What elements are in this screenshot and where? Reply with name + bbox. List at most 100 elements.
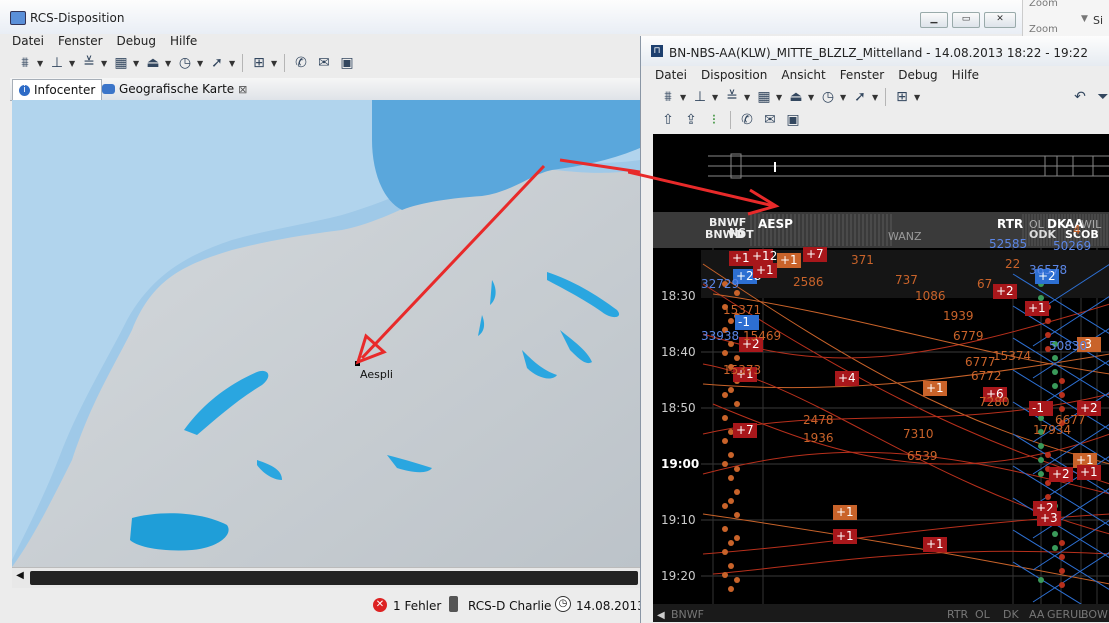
tab-label: Infocenter xyxy=(34,83,96,97)
server-icon xyxy=(449,596,458,612)
route-icon[interactable]: ⩩ xyxy=(657,87,679,107)
app-icon xyxy=(10,11,26,25)
info-icon: i xyxy=(19,84,30,96)
menu-debug[interactable]: Debug xyxy=(117,34,156,48)
close-button[interactable]: ✕ xyxy=(984,12,1016,28)
chevron-down-icon[interactable]: ▼ xyxy=(69,59,77,68)
menu-fenster[interactable]: Fenster xyxy=(58,34,103,48)
menu-disposition[interactable]: Disposition xyxy=(701,68,767,82)
grid-icon[interactable]: ▦ xyxy=(110,53,132,73)
scroll-left-icon[interactable]: ◀ xyxy=(657,610,665,621)
chevron-down-icon[interactable]: ▼ xyxy=(37,59,45,68)
train-node xyxy=(728,563,734,569)
arrow-icon[interactable]: ➚ xyxy=(206,53,228,73)
message-icon[interactable]: ✉ xyxy=(759,110,781,130)
chevron-down-icon[interactable]: ▼ xyxy=(914,93,922,102)
menu-ansicht[interactable]: Ansicht xyxy=(781,68,825,82)
layout-icon[interactable]: ⊞ xyxy=(248,53,270,73)
toolbar-separator xyxy=(730,111,731,129)
train-node xyxy=(1038,471,1044,477)
chevron-down-icon[interactable]: ▼ xyxy=(808,93,816,102)
train-node xyxy=(728,452,734,458)
menu-fenster[interactable]: Fenster xyxy=(840,68,885,82)
export-icon[interactable]: ⇧ xyxy=(657,110,679,130)
train-number: 15374 xyxy=(993,349,1031,363)
chevron-down-icon[interactable]: ▼ xyxy=(712,93,720,102)
geographic-map[interactable]: Aespli xyxy=(12,100,640,567)
platform-icon[interactable]: ⏏ xyxy=(142,53,164,73)
chevron-down-icon[interactable]: ▼ xyxy=(872,93,880,102)
train-number: 371 xyxy=(851,253,874,267)
menu-hilfe[interactable]: Hilfe xyxy=(952,68,979,82)
train-node xyxy=(1045,452,1051,458)
track-icon[interactable]: ⊥ xyxy=(689,87,711,107)
menu-datei[interactable]: Datei xyxy=(12,34,44,48)
tab-geografische-karte[interactable]: Geografische Karte ⊠ xyxy=(96,79,253,99)
message-icon[interactable]: ✉ xyxy=(313,53,335,73)
train-number: 2478 xyxy=(803,413,834,427)
train-number: 15371 xyxy=(723,303,761,317)
menu-debug[interactable]: Debug xyxy=(898,68,937,82)
chevron-down-icon[interactable]: ▼ xyxy=(165,59,173,68)
contact-icon[interactable]: ▣ xyxy=(782,110,804,130)
chevron-down-icon[interactable]: ▼ xyxy=(776,93,784,102)
chevron-down-icon[interactable]: ▼ xyxy=(680,93,688,102)
train-node xyxy=(1038,457,1044,463)
platform-icon[interactable]: ⏏ xyxy=(785,87,807,107)
chevron-down-icon[interactable]: ▼ xyxy=(1081,14,1088,24)
disposition-window: ⊓ BN-NBS-AA(KLW)_MITTE_BLZLZ_Mittelland … xyxy=(640,36,1109,623)
main-title-bar: RCS-Disposition ▁ ▭ ✕ xyxy=(0,0,1022,34)
train-node xyxy=(722,572,728,578)
clock-icon[interactable]: ◷ xyxy=(817,87,839,107)
layout-icon[interactable]: ⊞ xyxy=(891,87,913,107)
tab-infocenter[interactable]: i Infocenter xyxy=(12,79,103,100)
chevron-down-icon[interactable]: ▼ xyxy=(101,59,109,68)
main-toolbar: ⩩ ▼ ⊥ ▼ ≚ ▼ ▦ ▼ ⏏ ▼ ◷ ▼ ➚ ▼ ⊞ ▼ ✆ ✉ ▣ xyxy=(14,52,358,74)
delay-badge-label: +1 xyxy=(836,505,854,519)
train-node xyxy=(734,577,740,583)
clock-icon[interactable]: ◷ xyxy=(174,53,196,73)
upload-icon[interactable]: ⇪ xyxy=(680,110,702,130)
contact-icon[interactable]: ▣ xyxy=(336,53,358,73)
delay-badge-label: +1 xyxy=(926,537,944,551)
arrow-icon[interactable]: ➚ xyxy=(849,87,871,107)
train-node xyxy=(722,461,728,467)
train-node xyxy=(734,535,740,541)
phone-icon[interactable]: ✆ xyxy=(736,110,758,130)
chevron-down-icon[interactable]: ▼ xyxy=(197,59,205,68)
signal-icon[interactable]: ⁝ xyxy=(703,110,725,130)
server-name: RCS-D Charlie xyxy=(468,599,552,613)
train-node xyxy=(1038,443,1044,449)
tab-close-icon[interactable]: ⊠ xyxy=(238,83,247,96)
train-node xyxy=(1059,582,1065,588)
toolbar-separator xyxy=(242,54,243,72)
phone-icon[interactable]: ✆ xyxy=(290,53,312,73)
lines-icon[interactable]: ≚ xyxy=(721,87,743,107)
error-count[interactable]: 1 Fehler xyxy=(393,599,441,613)
filter-icon[interactable]: ⏷ xyxy=(1092,87,1109,107)
scrollbar-thumb[interactable] xyxy=(30,571,638,585)
minimize-button[interactable]: ▁ xyxy=(920,12,948,28)
route-icon[interactable]: ⩩ xyxy=(14,53,36,73)
menu-hilfe[interactable]: Hilfe xyxy=(170,34,197,48)
train-node xyxy=(1059,554,1065,560)
lines-icon[interactable]: ≚ xyxy=(78,53,100,73)
chevron-down-icon[interactable]: ▼ xyxy=(271,59,279,68)
chevron-down-icon[interactable]: ▼ xyxy=(840,93,848,102)
undo-icon[interactable]: ↶ xyxy=(1069,87,1091,107)
map-horizontal-scrollbar[interactable]: ◀ xyxy=(12,567,640,588)
chevron-down-icon[interactable]: ▼ xyxy=(229,59,237,68)
chevron-down-icon[interactable]: ▼ xyxy=(133,59,141,68)
bottom-station-ol: OL xyxy=(975,608,991,621)
menu-datei[interactable]: Datei xyxy=(655,68,687,82)
train-number: 6779 xyxy=(953,329,984,343)
chevron-down-icon[interactable]: ▼ xyxy=(744,93,752,102)
grid-icon[interactable]: ▦ xyxy=(753,87,775,107)
train-node xyxy=(722,438,728,444)
maximize-button[interactable]: ▭ xyxy=(952,12,980,28)
toolbar-separator xyxy=(284,54,285,72)
train-number: 6777 xyxy=(965,355,996,369)
track-icon[interactable]: ⊥ xyxy=(46,53,68,73)
scroll-left-icon[interactable]: ◀ xyxy=(12,570,28,586)
map-canvas[interactable]: Aespli xyxy=(12,100,640,567)
